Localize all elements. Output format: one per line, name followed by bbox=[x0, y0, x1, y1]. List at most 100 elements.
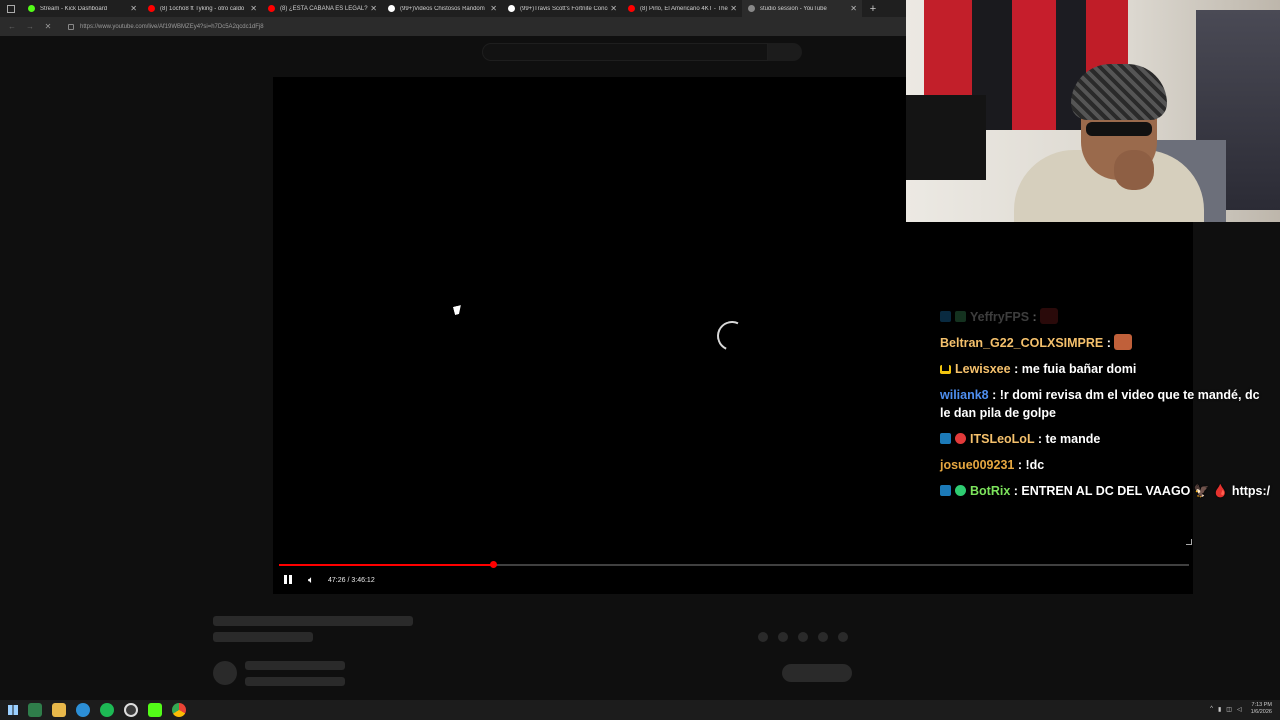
tab-favicon-icon bbox=[748, 5, 755, 12]
clock-date: 1/6/2026 bbox=[1250, 709, 1272, 715]
windows-icon[interactable] bbox=[8, 705, 18, 715]
chat-username[interactable]: Lewisxee bbox=[955, 362, 1011, 376]
tab-title: (99+)Travis Scott's Fortnite Conce bbox=[520, 5, 608, 12]
channel-skeleton bbox=[245, 677, 345, 686]
chat-username[interactable]: Beltran_G22_COLXSIMPRE bbox=[940, 336, 1103, 350]
progress-bar-fill bbox=[279, 564, 493, 566]
chrome-icon[interactable] bbox=[172, 703, 186, 717]
tab-title: (8) ¿ESTA CABAÑA ES LEGAL? 😳 bbox=[280, 6, 368, 12]
chat-username[interactable]: wiliank8 bbox=[940, 388, 989, 402]
action-skeleton bbox=[778, 632, 788, 642]
tab-favicon-icon bbox=[148, 5, 155, 12]
url-field[interactable]: https://www.youtube.com/live/Af19WBMZEy4… bbox=[68, 23, 264, 30]
url-text: https://www.youtube.com/live/Af19WBMZEy4… bbox=[80, 23, 264, 30]
curtain bbox=[1012, 0, 1056, 130]
system-tray: ^ ▮ ◫ ◁ 7:13 PM 1/6/2026 bbox=[1210, 702, 1272, 716]
chat-username[interactable]: BotRix bbox=[970, 484, 1010, 498]
browser-tab[interactable]: studio session - YouTube ✕ bbox=[742, 0, 862, 17]
chat-separator: : bbox=[1034, 432, 1046, 446]
tab-close-icon[interactable]: ✕ bbox=[490, 4, 497, 13]
search-input[interactable] bbox=[482, 43, 768, 61]
terminal-icon[interactable] bbox=[28, 703, 42, 717]
loading-spinner-icon bbox=[712, 316, 752, 356]
chat-text: ENTREN AL DC DEL VAAGO 🦅 🩸 https:/ bbox=[1021, 484, 1271, 498]
chat-separator: : bbox=[1010, 362, 1022, 376]
screen: Stream - Kick Dashboard ✕ (8) 1ocho8 ft Ty… bbox=[0, 0, 1280, 720]
chat-message: BotRix : ENTREN AL DC DEL VAAGO 🦅 🩸 http… bbox=[940, 482, 1280, 500]
obs-icon[interactable] bbox=[124, 703, 138, 717]
chat-overlay: YeffryFPS : Beltran_G22_COLXSIMPRE : Lew… bbox=[940, 308, 1280, 508]
back-icon[interactable]: ← bbox=[6, 22, 18, 31]
tab-close-icon[interactable]: ✕ bbox=[370, 4, 377, 13]
chat-separator: : bbox=[1014, 458, 1026, 472]
time-display: 47:26 / 3:46:12 bbox=[328, 576, 375, 584]
volume-tray-icon[interactable]: ◁ bbox=[1237, 706, 1242, 713]
red-badge-icon bbox=[955, 433, 966, 444]
tab-favicon-icon bbox=[268, 5, 275, 12]
tab-favicon-icon bbox=[628, 5, 635, 12]
volume-icon[interactable]: 🔈︎ bbox=[308, 575, 314, 586]
taskbar: ^ ▮ ◫ ◁ 7:13 PM 1/6/2026 bbox=[0, 700, 1280, 720]
pause-icon[interactable] bbox=[283, 575, 293, 585]
tab-favicon-icon bbox=[508, 5, 515, 12]
chat-message: josue009231 : !dc bbox=[940, 456, 1280, 474]
tv bbox=[906, 95, 986, 180]
green-badge-icon bbox=[955, 485, 966, 496]
tab-close-icon[interactable]: ✕ bbox=[850, 4, 857, 13]
browser-tab[interactable]: (99+)Videos Chistosos Random ✕ bbox=[382, 0, 502, 17]
chat-text: te mande bbox=[1045, 432, 1101, 446]
chat-separator: : bbox=[988, 388, 1000, 402]
chat-message: Lewisxee : me fuia bañar domi bbox=[940, 360, 1280, 378]
action-skeleton bbox=[798, 632, 808, 642]
forward-icon[interactable]: → bbox=[24, 22, 36, 31]
kick-icon[interactable] bbox=[148, 703, 162, 717]
mod-badge-icon bbox=[940, 485, 951, 496]
chevron-up-icon[interactable]: ^ bbox=[1210, 706, 1213, 712]
streamer-hand bbox=[1114, 150, 1154, 190]
tab-close-icon[interactable]: ✕ bbox=[730, 4, 737, 13]
chat-username[interactable]: YeffryFPS bbox=[970, 310, 1029, 324]
crown-badge-icon bbox=[940, 365, 951, 374]
mod-badge-icon bbox=[940, 311, 951, 322]
webcam-overlay bbox=[906, 0, 1280, 222]
chat-emote-icon bbox=[1040, 308, 1059, 324]
subtitle-skeleton bbox=[213, 632, 313, 642]
chat-text: !r domi revisa dm el video que te mandé,… bbox=[999, 388, 1260, 402]
browser-tab[interactable]: (99+)Travis Scott's Fortnite Conce ✕ bbox=[502, 0, 622, 17]
tab-title: (8) Pirlo, El Americano 4KT - The bbox=[640, 5, 728, 12]
folder-icon[interactable] bbox=[52, 703, 66, 717]
chat-emote-icon bbox=[1114, 334, 1133, 350]
edge-icon[interactable] bbox=[76, 703, 90, 717]
fullscreen-icon[interactable] bbox=[1186, 539, 1192, 545]
browser-tab[interactable]: (8) ¿ESTA CABAÑA ES LEGAL? 😳 ✕ bbox=[262, 0, 382, 17]
network-icon[interactable]: ◫ bbox=[1226, 706, 1232, 713]
tab-close-icon[interactable]: ✕ bbox=[610, 4, 617, 13]
chat-username[interactable]: ITSLeoLoL bbox=[970, 432, 1034, 446]
browser-tab[interactable]: (8) 1ocho8 ft Tyking - otro caldo ✕ bbox=[142, 0, 262, 17]
chat-message: Beltran_G22_COLXSIMPRE : bbox=[940, 334, 1280, 352]
spotify-icon[interactable] bbox=[100, 703, 114, 717]
chat-text-continued: le dan pila de golpe bbox=[940, 406, 1056, 420]
window-menu-icon[interactable] bbox=[0, 0, 22, 17]
search-button[interactable] bbox=[768, 43, 802, 61]
browser-tab[interactable]: (8) Pirlo, El Americano 4KT - The ✕ bbox=[622, 0, 742, 17]
new-tab-button[interactable]: + bbox=[866, 3, 880, 15]
reload-icon[interactable]: ✕ bbox=[42, 22, 54, 31]
chat-message: YeffryFPS : bbox=[940, 308, 1280, 326]
tab-close-icon[interactable]: ✕ bbox=[130, 4, 137, 13]
chat-separator: : bbox=[1103, 336, 1115, 350]
clock[interactable]: 7:13 PM 1/6/2026 bbox=[1251, 702, 1272, 716]
progress-bar[interactable] bbox=[279, 561, 1189, 568]
player-controls: 🔈︎ 47:26 / 3:46:12 bbox=[283, 574, 375, 586]
progress-scrubber[interactable] bbox=[489, 561, 497, 568]
browser-tab[interactable]: Stream - Kick Dashboard ✕ bbox=[22, 0, 142, 17]
chat-separator: : bbox=[1010, 484, 1022, 498]
battery-icon[interactable]: ▮ bbox=[1218, 706, 1221, 713]
chat-text: !dc bbox=[1025, 458, 1045, 472]
chat-username[interactable]: josue009231 bbox=[940, 458, 1014, 472]
site-info-icon[interactable] bbox=[68, 23, 74, 30]
tab-title: studio session - YouTube bbox=[760, 5, 827, 12]
chat-message: ITSLeoLoL : te mande bbox=[940, 430, 1280, 448]
subscribe-skeleton bbox=[782, 664, 852, 682]
tab-close-icon[interactable]: ✕ bbox=[250, 4, 257, 13]
